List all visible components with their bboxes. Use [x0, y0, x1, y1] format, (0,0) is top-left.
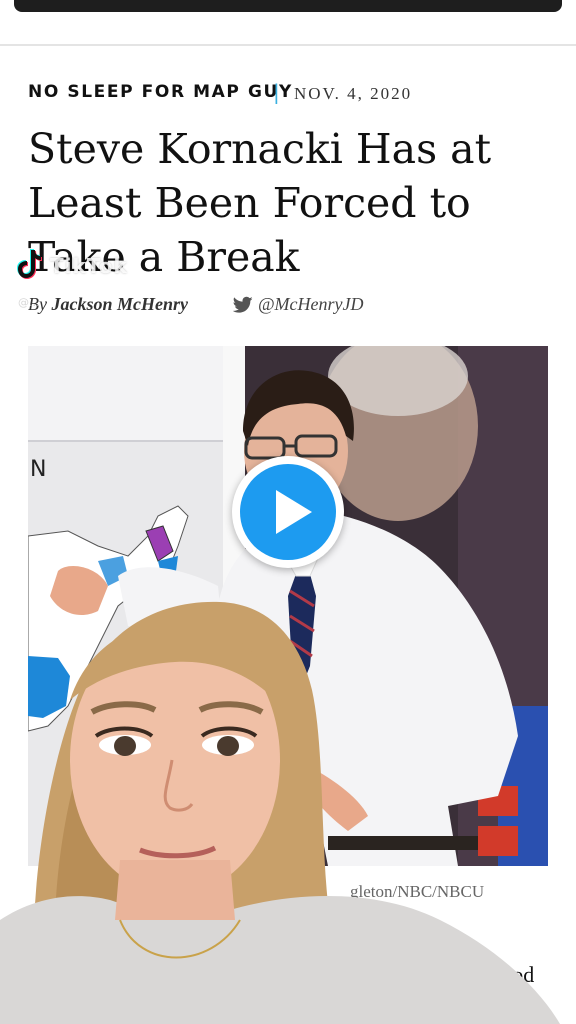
- top-divider: [0, 44, 576, 46]
- article-date: NOV. 4, 2020: [294, 84, 413, 103]
- svg-text:N: N: [30, 457, 46, 482]
- top-bar: [0, 0, 576, 26]
- play-icon: [276, 490, 312, 534]
- twitter-handle[interactable]: @McHenryJD: [258, 294, 364, 315]
- top-bar-strip: [14, 0, 562, 12]
- play-button-circle: [240, 464, 336, 560]
- person-overlay: [0, 601, 560, 1024]
- play-button[interactable]: [232, 456, 344, 568]
- tiktok-watermark: TikTok: [50, 254, 128, 278]
- tiktok-watermark-user: @...: [18, 296, 40, 309]
- byline: By Jackson McHenry: [28, 294, 188, 315]
- article-kicker[interactable]: NO SLEEP FOR MAP GUY: [28, 82, 293, 102]
- tiktok-logo-icon: [17, 249, 42, 279]
- kicker-separator: |: [273, 80, 280, 104]
- twitter-bird-icon[interactable]: [233, 296, 253, 314]
- author-name[interactable]: Jackson McHenry: [51, 294, 188, 314]
